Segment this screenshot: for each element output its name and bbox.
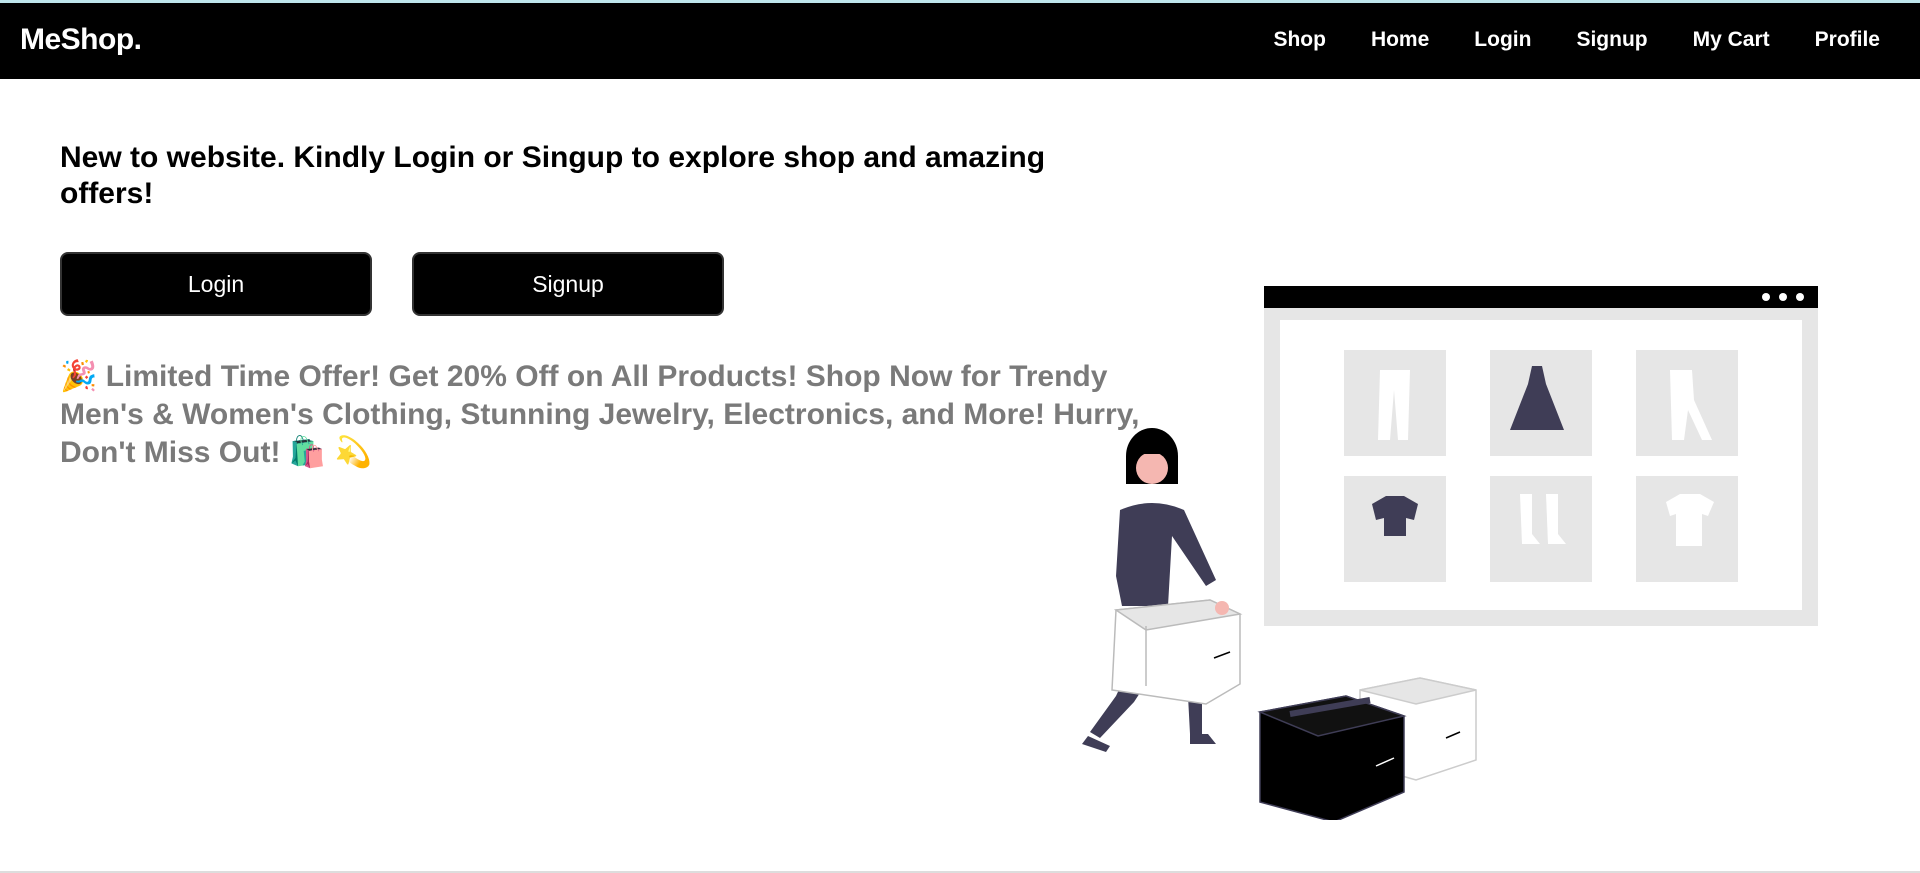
woman-figure-graphic [1082, 428, 1243, 752]
nav-link-my-cart[interactable]: My Cart [1693, 28, 1770, 52]
nav-links: Shop Home Login Signup My Cart Profile [1228, 28, 1880, 52]
nav-link-shop[interactable]: Shop [1273, 28, 1326, 52]
offer-text: 🎉 Limited Time Offer! Get 20% Off on All… [60, 360, 1140, 469]
nav-link-profile[interactable]: Profile [1815, 28, 1880, 52]
signup-button[interactable]: Signup [412, 252, 724, 316]
intro-heading: New to website. Kindly Login or Singup t… [60, 141, 1046, 210]
nav-link-home[interactable]: Home [1371, 28, 1429, 52]
auth-buttons: Login Signup [60, 252, 724, 316]
boxes-graphic [1257, 677, 1477, 820]
nav-link-login[interactable]: Login [1474, 28, 1531, 52]
nav-link-signup[interactable]: Signup [1576, 28, 1647, 52]
shopping-illustration [1082, 286, 1818, 820]
brand-logo[interactable]: MeShop. [20, 23, 142, 57]
navbar: MeShop. Shop Home Login Signup My Cart P… [0, 3, 1920, 79]
hero-section: New to website. Kindly Login or Singup t… [60, 140, 1140, 469]
login-button[interactable]: Login [60, 252, 372, 316]
browser-window-graphic [1264, 286, 1818, 626]
